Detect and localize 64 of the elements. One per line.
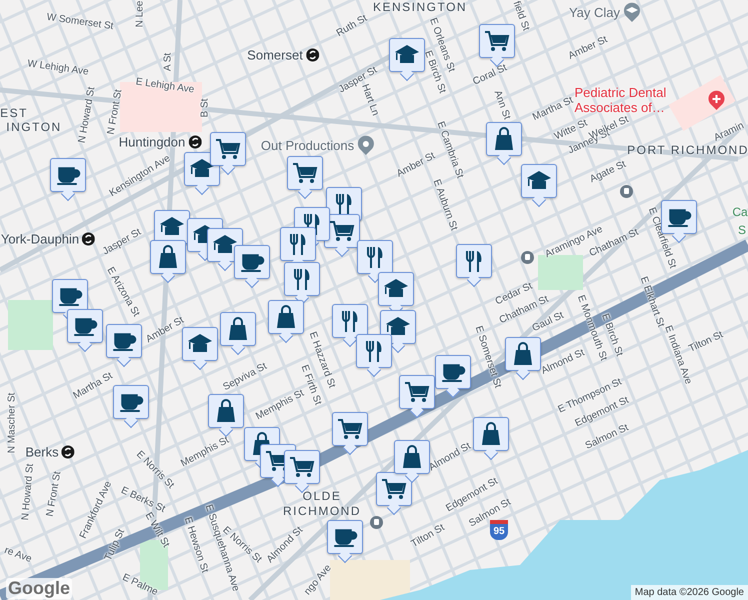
street-label: Agate St (588, 158, 628, 186)
street-label: E Palme (120, 572, 160, 598)
place-label[interactable]: Huntingdon (118, 134, 186, 150)
street-label: Tilton St (410, 522, 446, 550)
place-label[interactable]: Out Productions (260, 138, 354, 152)
street-label: E Hewson St (182, 516, 210, 574)
street-label: E Auburn St (430, 178, 460, 232)
neighborhood-label: RICHMOND (283, 504, 361, 518)
place-label[interactable]: Berks (25, 444, 59, 460)
street-label: Coral St (471, 62, 509, 88)
hospital-pin-icon (708, 90, 726, 110)
street-label: Ruth St (334, 12, 370, 40)
park-area (8, 300, 53, 350)
street-label: field St (510, 0, 532, 32)
street-label: N Howard St (76, 86, 98, 144)
place-label[interactable]: Somerset (247, 48, 303, 62)
shopping-cart-icon (404, 379, 430, 405)
street-label: W Somerset St (46, 12, 114, 32)
transit-icon (188, 136, 202, 148)
street-label: W Lehigh Ave (26, 58, 90, 78)
street-label: N Front St (106, 88, 124, 136)
bus-stop-icon[interactable] (620, 185, 633, 198)
place-label: Ca (732, 205, 748, 219)
shopping-cart-icon (329, 218, 355, 244)
street-label: B St (200, 98, 210, 118)
shopping-cart-icon (337, 416, 363, 442)
neighborhood-label: INGTON (6, 120, 62, 134)
bus-stop-icon[interactable] (521, 251, 534, 264)
street-label: ngo Ave (302, 562, 334, 598)
street-label: E Elkhart St (638, 275, 666, 329)
street-label: Tilton St (687, 329, 725, 355)
place-label[interactable]: Yay Clay (568, 4, 620, 20)
neighborhood-label: KENSINGTON (372, 0, 468, 14)
shopping-cart-icon (381, 476, 407, 502)
shopping-cart-icon (292, 160, 318, 186)
transit-icon (62, 446, 75, 458)
street-label: N Front St (44, 470, 64, 518)
place-label[interactable]: York-Dauphin (0, 232, 80, 246)
transit-icon (82, 232, 96, 246)
street-label: A St (162, 52, 174, 72)
street-label: N Howard St (20, 463, 36, 521)
place-label[interactable]: Pediatric Dental Associates of… (574, 85, 704, 115)
google-logo[interactable]: Google (6, 578, 72, 599)
graduation-cap-pin-icon (623, 2, 642, 22)
shopping-cart-icon (215, 136, 241, 162)
neighborhood-label: PORT RICHMOND (627, 143, 748, 157)
neighborhood-label: EST (0, 106, 28, 120)
neighborhood-label: OLDE (302, 489, 342, 503)
place-label: S (738, 223, 746, 237)
street-label: E Cambria St (434, 120, 466, 180)
shopping-cart-icon (289, 454, 315, 480)
interstate-shield: 95 (490, 520, 508, 540)
street-label: Tulip St (102, 527, 128, 563)
transit-icon (306, 48, 319, 62)
street-label: N Mascher St (6, 392, 18, 454)
street-label: re Ave (2, 545, 34, 565)
map-attribution: Map data ©2026 Google (630, 585, 748, 600)
street-label: N Lee (134, 0, 146, 28)
street-label: Martha St (531, 94, 575, 124)
street-label: E Lehigh Ave (135, 76, 195, 96)
shopping-cart-icon (484, 28, 510, 54)
street-label: Ann St (492, 89, 512, 121)
location-pin-icon (357, 135, 376, 155)
bus-stop-icon[interactable] (370, 516, 383, 529)
